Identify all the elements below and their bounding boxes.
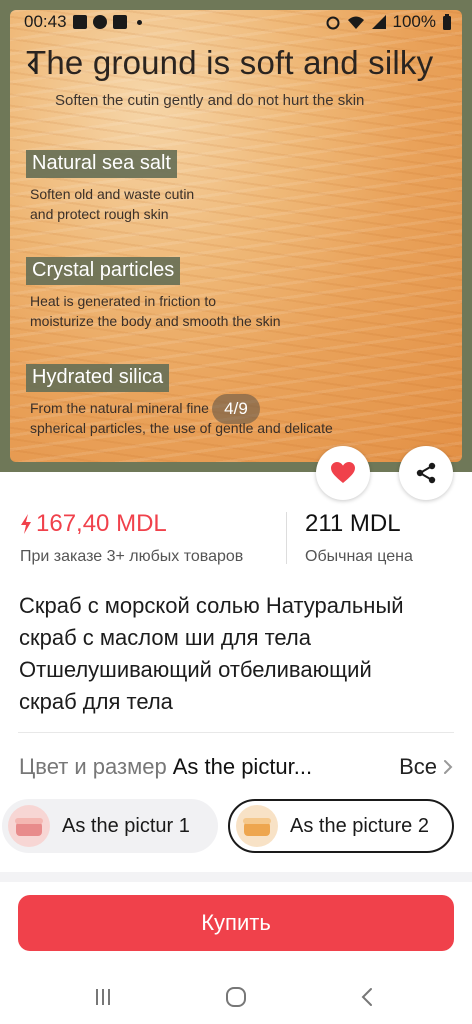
feature-description: From the natural mineral fine spherical … [30,400,333,436]
variant-option-label: As the picture 2 [290,814,429,837]
sale-price: 167,40 MDL [36,510,167,537]
variant-option-1[interactable]: As the pictur 1 [2,799,218,853]
buy-button[interactable]: Купить [18,895,454,951]
section-gap [0,872,472,882]
sale-price-note: При заказе 3+ любых товаров [20,548,244,565]
regular-price: 211 MDL [305,510,401,537]
variant-label: Цвет и размер [19,754,167,779]
feature-description: Heat is generated in friction to moistur… [30,293,281,329]
check-notification-icon [112,15,127,29]
back-arrow-icon[interactable] [18,50,48,80]
image-subheadline: Soften the cutin gently and do not hurt … [55,92,365,109]
chevron-right-icon [444,760,453,774]
regular-price-block: 211 MDL Обычная цена [305,510,413,566]
variant-thumbnail [8,805,50,847]
alarm-icon [326,16,340,30]
variant-selector-row[interactable]: Цвет и размер As the pictur... Все [19,752,453,782]
system-navigation-bar [0,970,472,1024]
feature-label: Natural sea salt [26,150,177,178]
home-icon[interactable] [221,984,251,1010]
status-bar: 00:43 100% [0,0,472,44]
feature-label: Hydrated silica [26,364,170,392]
share-button[interactable] [399,446,453,500]
image-headline: The ground is soft and silky [26,44,434,81]
viber-notification-icon [92,15,107,29]
signal-icon [371,15,386,29]
all-variants-link[interactable]: Все [399,754,453,780]
status-time: 00:43 [24,12,67,31]
variant-thumbnail [236,805,278,847]
product-image-gallery[interactable]: 00:43 100% The ground is soft and silky … [0,0,472,472]
wifi-icon [347,16,364,29]
lightning-icon [21,514,31,534]
product-title: Скраб с морской солью Натуральный скраб … [19,593,404,714]
page-indicator: 4/9 [212,394,260,424]
feature-label: Crystal particles [26,257,181,285]
variant-option-2[interactable]: As the picture 2 [228,799,454,853]
battery-icon [443,13,451,30]
battery-level: 100% [392,12,436,31]
regular-price-note: Обычная цена [305,548,413,565]
heart-icon [331,462,355,483]
more-notifications-icon [136,19,142,25]
variant-option-label: As the pictur 1 [62,814,190,837]
favorite-button[interactable] [316,446,370,500]
recent-apps-icon[interactable] [88,984,118,1010]
feature-description: Soften old and waste cutin and protect r… [30,186,195,222]
back-nav-icon[interactable] [352,984,382,1010]
gallery-notification-icon [72,15,87,29]
share-icon [416,462,436,484]
sale-price-block: 167,40 MDL При заказе 3+ любых товаров [20,510,243,566]
variant-selected: As the pictur... [172,754,313,779]
price-divider [286,512,287,564]
all-variants-label: Все [399,754,437,779]
divider [18,732,454,733]
